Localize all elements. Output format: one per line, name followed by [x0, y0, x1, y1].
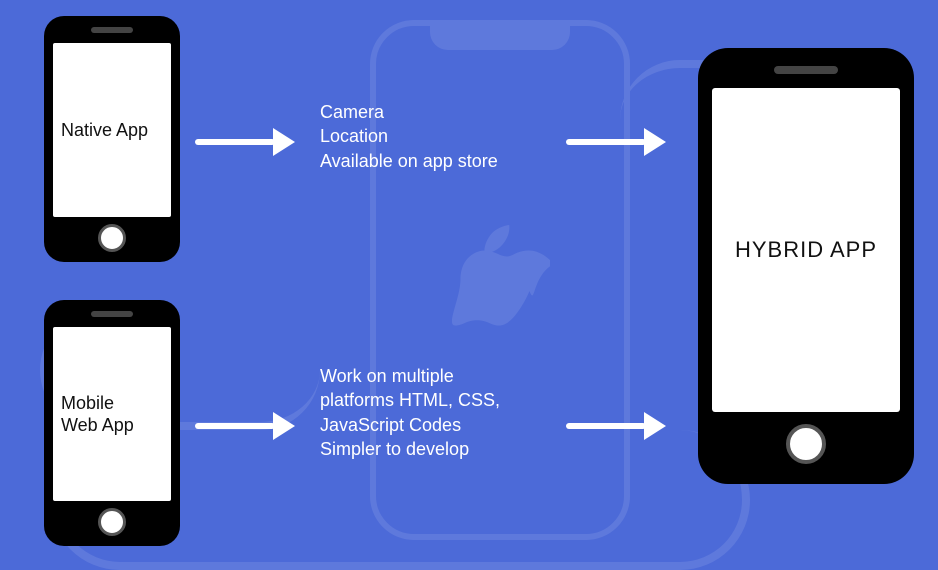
arrow-native-features-to-hybrid [566, 128, 666, 156]
phone-speaker-icon [774, 66, 838, 74]
arrow-line-icon [566, 139, 646, 145]
arrow-native-to-features [195, 128, 295, 156]
mobile-web-app-screen: MobileWeb App [53, 327, 171, 501]
native-feature-camera: Camera [320, 100, 550, 124]
native-features-list: Camera Location Available on app store [320, 100, 550, 173]
arrow-head-icon [644, 412, 666, 440]
arrow-web-to-features [195, 412, 295, 440]
native-feature-appstore: Available on app store [320, 149, 550, 173]
mobile-web-app-label: MobileWeb App [61, 392, 134, 437]
mobile-web-app-phone: MobileWeb App [44, 300, 180, 546]
home-button-icon [98, 224, 126, 252]
arrow-web-features-to-hybrid [566, 412, 666, 440]
native-feature-location: Location [320, 124, 550, 148]
web-feature-line1: Work on multiple [320, 364, 550, 388]
arrow-head-icon [644, 128, 666, 156]
home-button-icon [786, 424, 826, 464]
arrow-head-icon [273, 412, 295, 440]
web-feature-line4: Simpler to develop [320, 437, 550, 461]
phone-speaker-icon [91, 311, 133, 317]
hybrid-app-phone: HYBRID APP [698, 48, 914, 484]
native-app-phone: Native App [44, 16, 180, 262]
hybrid-app-screen: HYBRID APP [712, 88, 900, 412]
native-app-screen: Native App [53, 43, 171, 217]
native-app-label: Native App [61, 119, 148, 142]
web-features-list: Work on multiple platforms HTML, CSS, Ja… [320, 364, 550, 461]
phone-speaker-icon [91, 27, 133, 33]
web-feature-line2: platforms HTML, CSS, [320, 388, 550, 412]
arrow-head-icon [273, 128, 295, 156]
arrow-line-icon [195, 423, 275, 429]
hybrid-app-label: HYBRID APP [735, 237, 877, 263]
home-button-icon [98, 508, 126, 536]
arrow-line-icon [566, 423, 646, 429]
web-feature-line3: JavaScript Codes [320, 413, 550, 437]
arrow-line-icon [195, 139, 275, 145]
